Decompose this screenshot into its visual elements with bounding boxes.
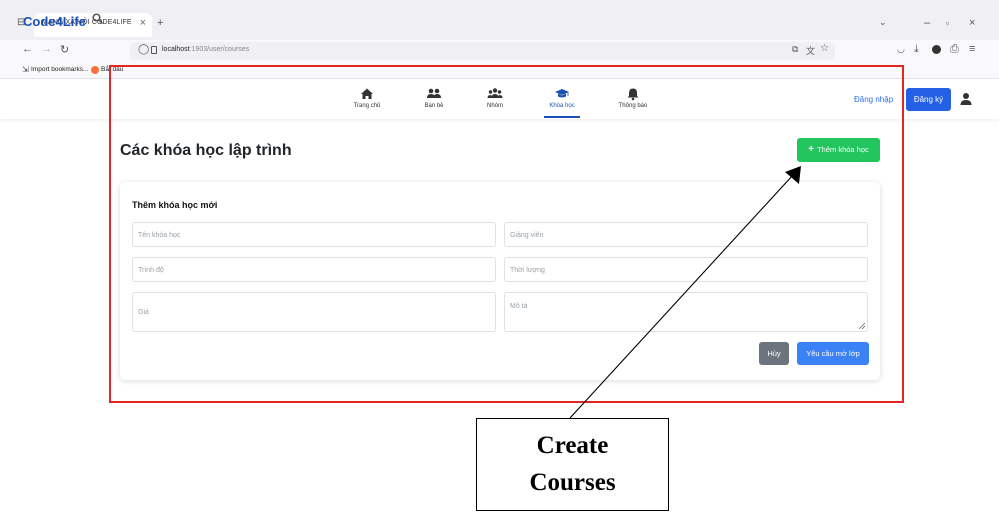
- translate-icon[interactable]: 文: [806, 44, 815, 57]
- url-text: localhost:1903/user/courses: [162, 46, 249, 53]
- forward-icon[interactable]: →: [41, 43, 52, 55]
- back-icon[interactable]: ←: [22, 43, 33, 55]
- search-icon[interactable]: [92, 13, 103, 24]
- brand-logo[interactable]: Code4Life: [23, 14, 86, 29]
- bookmark-import[interactable]: Import bookmarks...: [31, 66, 88, 73]
- shield-icon[interactable]: ◯: [138, 44, 149, 55]
- close-tab-icon[interactable]: ×: [140, 17, 146, 29]
- chevron-down-icon[interactable]: ⌄: [879, 17, 887, 28]
- menu-icon[interactable]: ≡: [969, 43, 975, 55]
- highlight-frame: [109, 65, 904, 403]
- annotation-line-2: Courses: [529, 469, 616, 496]
- browser-tab-bar: ⊟ MẠNG XÃ HỘI CODE4LIFE × + ⌄ – ▫ ×: [0, 0, 999, 40]
- url-path: :1903/user/courses: [189, 46, 250, 53]
- restore-icon[interactable]: ▫: [946, 18, 949, 28]
- page-icon: [151, 46, 157, 54]
- download-icon[interactable]: ⤓: [914, 43, 919, 56]
- register-button[interactable]: Đăng ký: [906, 88, 951, 111]
- annotation-label: Create Courses: [476, 427, 669, 501]
- reload-icon[interactable]: ↻: [60, 43, 69, 56]
- account-icon[interactable]: [932, 45, 941, 54]
- reader-view-icon[interactable]: ⧉: [792, 44, 798, 55]
- extensions-icon[interactable]: ⎙: [950, 43, 959, 56]
- minimize-icon[interactable]: –: [924, 17, 930, 29]
- import-icon: ⇲: [22, 65, 29, 74]
- new-tab-icon[interactable]: +: [157, 17, 163, 29]
- annotation-line-1: Create: [536, 432, 609, 459]
- address-bar[interactable]: ◯ localhost:1903/user/courses ⧉ 文 ☆: [130, 42, 835, 60]
- bookmark-star-icon[interactable]: ☆: [820, 43, 829, 54]
- url-host: localhost: [162, 46, 190, 53]
- pocket-icon[interactable]: ◡: [897, 44, 905, 55]
- firefox-icon: [91, 66, 99, 74]
- window-close-icon[interactable]: ×: [969, 17, 975, 29]
- user-icon[interactable]: [960, 92, 972, 106]
